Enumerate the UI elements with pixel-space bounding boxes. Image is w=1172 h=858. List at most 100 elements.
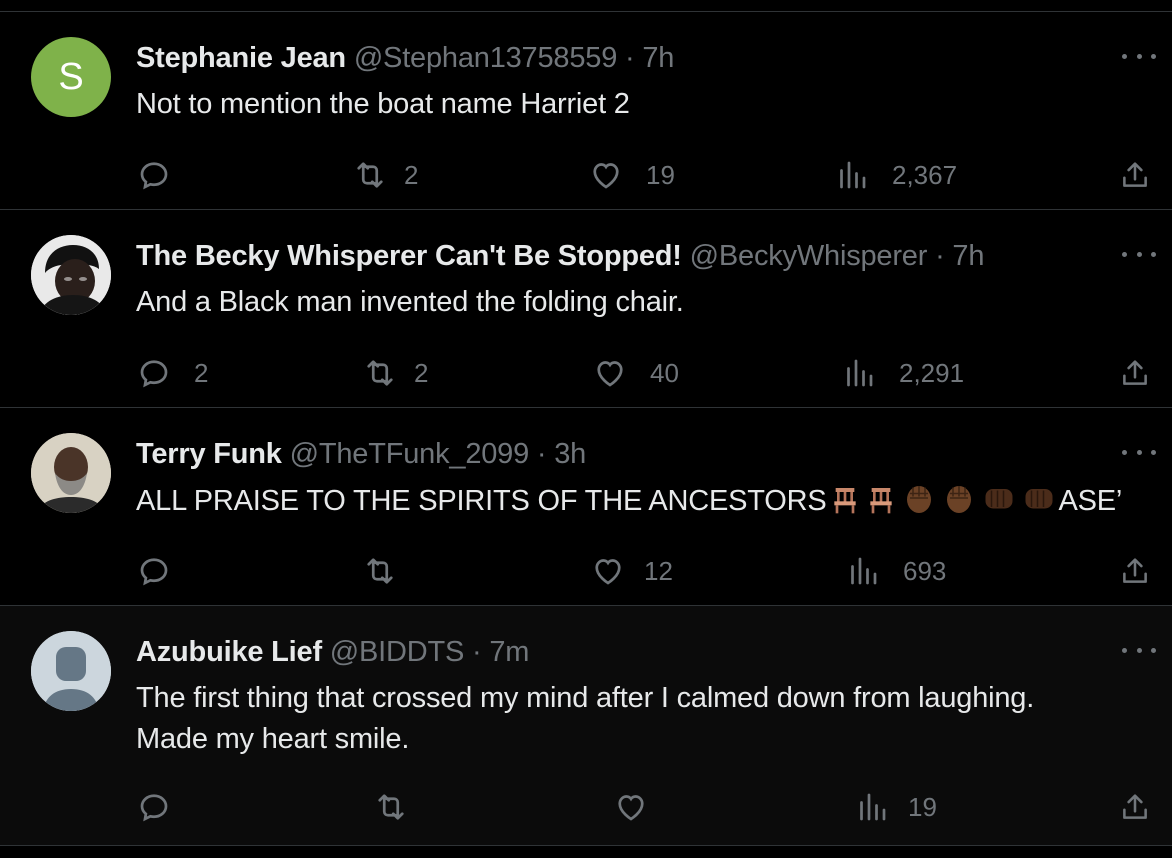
display-name[interactable]: Stephanie Jean <box>136 42 346 74</box>
share-icon <box>1123 794 1147 819</box>
user-handle[interactable]: @BIDDTS <box>330 636 465 668</box>
reply-icon <box>140 360 168 388</box>
action-bar: 19 <box>0 787 1172 827</box>
tweet-header: Terry Funk @TheTFunk_2099 · 3h <box>136 436 1112 472</box>
timestamp[interactable]: 3h <box>554 438 586 470</box>
tweet-text: ALL PRAISE TO THE SPIRITS OF THE ANCESTO… <box>136 480 1132 528</box>
like-button[interactable]: 19 <box>588 155 675 195</box>
tweet-text-main: ALL PRAISE TO THE SPIRITS OF THE ANCESTO… <box>136 485 827 517</box>
user-handle[interactable]: @Stephan13758559 <box>354 42 618 74</box>
tweet-item[interactable]: Azubuike Lief @BIDDTS · 7m The first thi… <box>0 606 1172 846</box>
tweet-header: Stephanie Jean @Stephan13758559 · 7h <box>136 40 1112 76</box>
tweet-text: Not to mention the boat name Harriet 2 <box>136 88 630 120</box>
like-button[interactable] <box>613 787 671 827</box>
display-name[interactable]: The Becky Whisperer Can't Be Stopped! <box>136 240 682 272</box>
timestamp[interactable]: 7m <box>489 636 529 668</box>
view-count: 2,291 <box>899 357 965 388</box>
avatar-photo <box>31 235 111 315</box>
heart-icon <box>593 163 619 189</box>
tweet-text: And a Black man invented the folding cha… <box>136 286 684 318</box>
more-options-icon[interactable] <box>1122 242 1156 266</box>
view-count: 19 <box>908 791 937 822</box>
reply-button[interactable] <box>136 155 194 195</box>
retweet-button[interactable]: 2 <box>352 155 418 195</box>
retweet-icon <box>367 558 393 584</box>
oncoming-fist-emoji <box>1021 480 1057 528</box>
tweet-item[interactable]: The Becky Whisperer Can't Be Stopped! @B… <box>0 210 1172 408</box>
avatar[interactable] <box>31 235 111 315</box>
more-options-icon[interactable] <box>1122 440 1156 464</box>
separator: · <box>935 240 945 272</box>
top-divider <box>0 0 1172 12</box>
retweet-button[interactable]: 2 <box>362 353 428 393</box>
default-avatar-icon <box>31 631 111 711</box>
more-options-icon[interactable] <box>1122 638 1156 662</box>
share-icon <box>1123 360 1147 385</box>
display-name[interactable]: Azubuike Lief <box>136 636 322 668</box>
share-button[interactable] <box>1118 787 1152 827</box>
reply-button[interactable]: 2 <box>136 353 208 393</box>
share-icon <box>1123 558 1147 583</box>
like-button[interactable]: 40 <box>592 353 679 393</box>
reply-button[interactable] <box>136 551 194 591</box>
retweet-button[interactable] <box>362 551 420 591</box>
chair-emoji <box>829 484 861 528</box>
share-button[interactable] <box>1118 551 1152 591</box>
tweet-header: Azubuike Lief @BIDDTS · 7m <box>136 634 1112 670</box>
display-name[interactable]: Terry Funk <box>136 438 282 470</box>
views-button[interactable]: 2,291 <box>841 353 964 393</box>
chair-emoji <box>865 484 897 528</box>
views-icon <box>847 359 873 387</box>
action-bar: 2 2 40 2,291 <box>0 353 1172 393</box>
retweet-icon <box>378 794 404 820</box>
avatar-letter: S <box>58 55 84 98</box>
user-handle[interactable]: @TheTFunk_2099 <box>290 438 530 470</box>
tweet-text-end: ASE’ <box>1058 485 1123 517</box>
reply-icon <box>140 162 168 190</box>
retweet-icon <box>367 360 393 386</box>
tweet-text: The first thing that crossed my mind aft… <box>136 678 1132 760</box>
like-button[interactable]: 12 <box>590 551 673 591</box>
separator: · <box>624 42 635 74</box>
reply-button[interactable] <box>136 787 194 827</box>
views-button[interactable]: 693 <box>845 551 946 591</box>
retweet-count: 2 <box>414 357 429 388</box>
reply-icon <box>140 794 168 822</box>
views-button[interactable]: 2,367 <box>834 155 957 195</box>
action-bar: 12 693 <box>0 551 1172 591</box>
tweet-text-line: The first thing that crossed my mind aft… <box>136 682 1035 714</box>
retweet-icon <box>357 162 383 188</box>
tweet-header: The Becky Whisperer Can't Be Stopped! @B… <box>136 238 1112 274</box>
views-icon <box>851 557 877 585</box>
avatar-photo <box>31 433 111 513</box>
retweet-button[interactable] <box>373 787 431 827</box>
view-count: 693 <box>903 555 947 586</box>
share-icon <box>1123 162 1147 187</box>
user-handle[interactable]: @BeckyWhisperer <box>690 240 928 272</box>
tweet-item[interactable]: S Stephanie Jean @Stephan13758559 · 7h N… <box>0 12 1172 210</box>
oncoming-fist-emoji <box>981 480 1017 528</box>
separator: · <box>536 438 547 470</box>
heart-icon <box>595 559 621 585</box>
views-icon <box>860 793 886 821</box>
view-count: 2,367 <box>892 159 958 190</box>
avatar[interactable] <box>31 433 111 513</box>
reply-count: 2 <box>194 357 209 388</box>
action-bar: 2 19 2,367 <box>0 155 1172 195</box>
avatar[interactable] <box>31 631 111 711</box>
raised-fist-emoji <box>901 480 937 528</box>
views-icon <box>840 161 866 189</box>
timestamp[interactable]: 7h <box>952 240 984 272</box>
timestamp[interactable]: 7h <box>642 42 674 74</box>
share-button[interactable] <box>1118 155 1152 195</box>
retweet-count: 2 <box>404 159 419 190</box>
raised-fist-emoji <box>941 480 977 528</box>
heart-icon <box>597 361 623 387</box>
share-button[interactable] <box>1118 353 1152 393</box>
views-button[interactable]: 19 <box>854 787 937 827</box>
avatar[interactable]: S <box>31 37 111 117</box>
tweet-item[interactable]: Terry Funk @TheTFunk_2099 · 3h ALL PRAIS… <box>0 408 1172 606</box>
tweet-text-line: Made my heart smile. <box>136 723 410 755</box>
like-count: 12 <box>644 555 673 586</box>
more-options-icon[interactable] <box>1122 44 1156 68</box>
